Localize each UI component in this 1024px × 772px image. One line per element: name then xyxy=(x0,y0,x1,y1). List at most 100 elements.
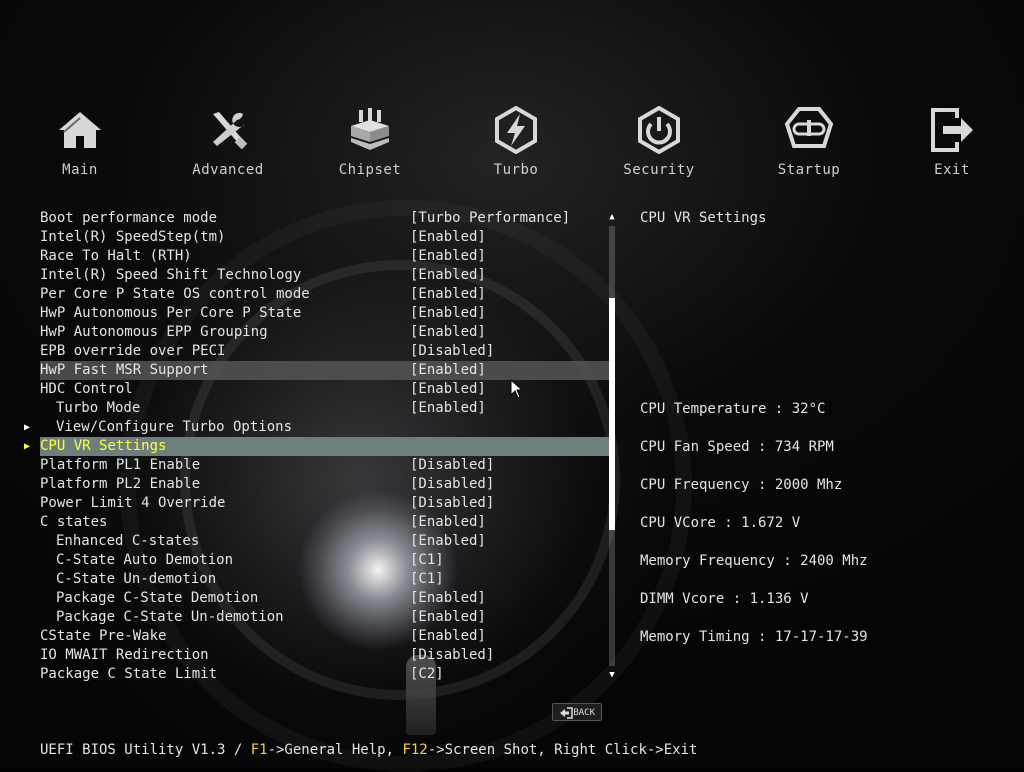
submenu-turbo-options[interactable]: ▶ View/Configure Turbo Options xyxy=(0,418,610,437)
tab-main[interactable]: Main xyxy=(20,100,140,178)
setting-enhanced-c-states[interactable]: Enhanced C-states [Enabled] xyxy=(0,532,610,551)
setting-c-state-auto-demotion[interactable]: C-State Auto Demotion [C1] xyxy=(0,551,610,570)
setting-value: [Enabled] xyxy=(410,286,486,302)
setting-value: [Enabled] xyxy=(410,267,486,283)
footer-key-f1: F1 xyxy=(250,742,268,758)
power-icon xyxy=(638,106,680,154)
setting-value: [Enabled] xyxy=(410,248,486,264)
setting-value: [Enabled] xyxy=(410,324,486,340)
setting-speedstep[interactable]: Intel(R) SpeedStep(tm) [Enabled] xyxy=(0,228,610,247)
footer-prefix: UEFI BIOS Utility V1.3 / xyxy=(40,742,251,758)
submenu-arrow-icon: ▶ xyxy=(24,422,31,433)
setting-label: CPU VR Settings xyxy=(40,438,167,454)
setting-per-core-p-state[interactable]: Per Core P State OS control mode [Enabled… xyxy=(0,285,610,304)
help-panel: CPU VR Settings xyxy=(640,209,1000,228)
hardware-status: CPU Temperature : 32°C CPU Fan Speed : 7… xyxy=(640,400,1000,666)
setting-label: HwP Autonomous EPP Grouping xyxy=(40,324,268,340)
setting-label: Platform PL1 Enable xyxy=(40,457,201,473)
tab-advanced-label: Advanced xyxy=(192,162,264,178)
tab-security[interactable]: Security xyxy=(599,100,719,178)
setting-power-limit-4[interactable]: Power Limit 4 Override [Disabled] xyxy=(0,494,610,513)
setting-value: [Enabled] xyxy=(410,400,486,416)
setting-package-c-state-demotion[interactable]: Package C-State Demotion [Enabled] xyxy=(0,589,610,608)
tab-exit[interactable]: Exit xyxy=(892,100,1012,178)
back-button[interactable]: BACK xyxy=(552,703,602,721)
back-label: BACK xyxy=(573,708,595,718)
footer-text-f12: ->Screen Shot, Right Click->Exit xyxy=(427,742,698,758)
setting-value: [C2] xyxy=(410,666,444,682)
setting-platform-pl2[interactable]: Platform PL2 Enable [Disabled] xyxy=(0,475,610,494)
setting-label: C states xyxy=(40,514,108,530)
tab-chipset-label: Chipset xyxy=(338,162,402,178)
setting-label: HwP Fast MSR Support xyxy=(40,362,209,378)
setting-label: HwP Autonomous Per Core P State xyxy=(40,305,302,321)
setting-value: [Enabled] xyxy=(410,514,486,530)
setting-value: [Enabled] xyxy=(410,533,486,549)
setting-label: Intel(R) SpeedStep(tm) xyxy=(40,229,226,245)
tab-startup[interactable]: Startup xyxy=(749,100,869,178)
setting-label: Package C-State Un-demotion xyxy=(56,609,284,625)
scroll-down-icon[interactable]: ▼ xyxy=(607,670,617,680)
setting-turbo-mode[interactable]: Turbo Mode [Enabled] xyxy=(0,399,610,418)
help-title: CPU VR Settings xyxy=(640,210,767,226)
settings-list: Boot performance mode [Turbo Performance]… xyxy=(0,209,610,684)
setting-label: Platform PL2 Enable xyxy=(40,476,201,492)
setting-boot-performance-mode[interactable]: Boot performance mode [Turbo Performance] xyxy=(0,209,610,228)
setting-label: Intel(R) Speed Shift Technology xyxy=(40,267,302,283)
setting-label: Power Limit 4 Override xyxy=(40,495,226,511)
footer-help: UEFI BIOS Utility V1.3 / F1->General Hel… xyxy=(40,742,697,758)
scroll-thumb[interactable] xyxy=(609,298,615,530)
tab-chipset[interactable]: Chipset xyxy=(310,100,430,178)
top-nav: Main Advanced Chipset Turbo Security Sta… xyxy=(0,100,1024,190)
submenu-cpu-vr-settings[interactable]: ▶ CPU VR Settings xyxy=(24,437,610,456)
memory-frequency: Memory Frequency : 2400 Mhz xyxy=(640,553,868,569)
setting-hwp-autonomous-per-core[interactable]: HwP Autonomous Per Core P State [Enabled] xyxy=(0,304,610,323)
tab-advanced[interactable]: Advanced xyxy=(168,100,288,178)
setting-label: CState Pre-Wake xyxy=(40,628,167,644)
submenu-arrow-icon: ▶ xyxy=(24,441,31,452)
setting-label: View/Configure Turbo Options xyxy=(56,419,293,435)
setting-label: Package C-State Demotion xyxy=(56,590,259,606)
setting-value: [Enabled] xyxy=(410,590,486,606)
setting-c-state-un-demotion[interactable]: C-State Un-demotion [C1] xyxy=(0,570,610,589)
setting-package-c-state-limit[interactable]: Package C State Limit [C2] xyxy=(0,665,610,684)
setting-race-to-halt[interactable]: Race To Halt (RTH) [Enabled] xyxy=(0,247,610,266)
scroll-track[interactable] xyxy=(609,226,615,666)
setting-value: [Enabled] xyxy=(410,609,486,625)
tab-main-label: Main xyxy=(62,162,98,178)
setting-hwp-epp-grouping[interactable]: HwP Autonomous EPP Grouping [Enabled] xyxy=(0,323,610,342)
cpu-vcore: CPU VCore : 1.672 V xyxy=(640,515,801,531)
setting-label: Package C State Limit xyxy=(40,666,218,682)
scroll-up-icon[interactable]: ▲ xyxy=(607,212,617,222)
chipset-icon xyxy=(351,108,389,150)
setting-value: [Turbo Performance] xyxy=(410,210,571,226)
setting-value: [Disabled] xyxy=(410,343,495,359)
setting-value: [Disabled] xyxy=(410,457,495,473)
setting-label: Race To Halt (RTH) xyxy=(40,248,192,264)
setting-c-states[interactable]: C states [Enabled] xyxy=(0,513,610,532)
setting-label: Turbo Mode xyxy=(56,400,141,416)
setting-epb-override[interactable]: EPB override over PECI [Disabled] xyxy=(0,342,610,361)
scrollbar[interactable]: ▲ ▼ xyxy=(607,212,617,680)
mouse-cursor-icon xyxy=(510,379,524,399)
setting-cstate-pre-wake[interactable]: CState Pre-Wake [Enabled] xyxy=(0,627,610,646)
setting-value: [C1] xyxy=(410,552,444,568)
setting-label: Enhanced C-states xyxy=(56,533,200,549)
setting-label: EPB override over PECI xyxy=(40,343,226,359)
setting-value: [Enabled] xyxy=(410,381,486,397)
cpu-temperature: CPU Temperature : 32°C xyxy=(640,401,826,417)
tab-turbo[interactable]: Turbo xyxy=(456,100,576,178)
cpu-fan-speed: CPU Fan Speed : 734 RPM xyxy=(640,439,834,455)
setting-platform-pl1[interactable]: Platform PL1 Enable [Disabled] xyxy=(0,456,610,475)
back-icon xyxy=(560,707,573,719)
setting-hwp-fast-msr[interactable]: HwP Fast MSR Support [Enabled] xyxy=(40,361,610,380)
setting-speed-shift[interactable]: Intel(R) Speed Shift Technology [Enabled] xyxy=(0,266,610,285)
setting-io-mwait[interactable]: IO MWAIT Redirection [Disabled] xyxy=(0,646,610,665)
setting-value: [Disabled] xyxy=(410,495,495,511)
startup-icon xyxy=(784,107,834,148)
setting-value: [Enabled] xyxy=(410,628,486,644)
tab-exit-label: Exit xyxy=(934,162,970,178)
setting-package-c-state-un-demotion[interactable]: Package C-State Un-demotion [Enabled] xyxy=(0,608,610,627)
setting-label: Boot performance mode xyxy=(40,210,218,226)
lightning-icon xyxy=(495,106,537,154)
